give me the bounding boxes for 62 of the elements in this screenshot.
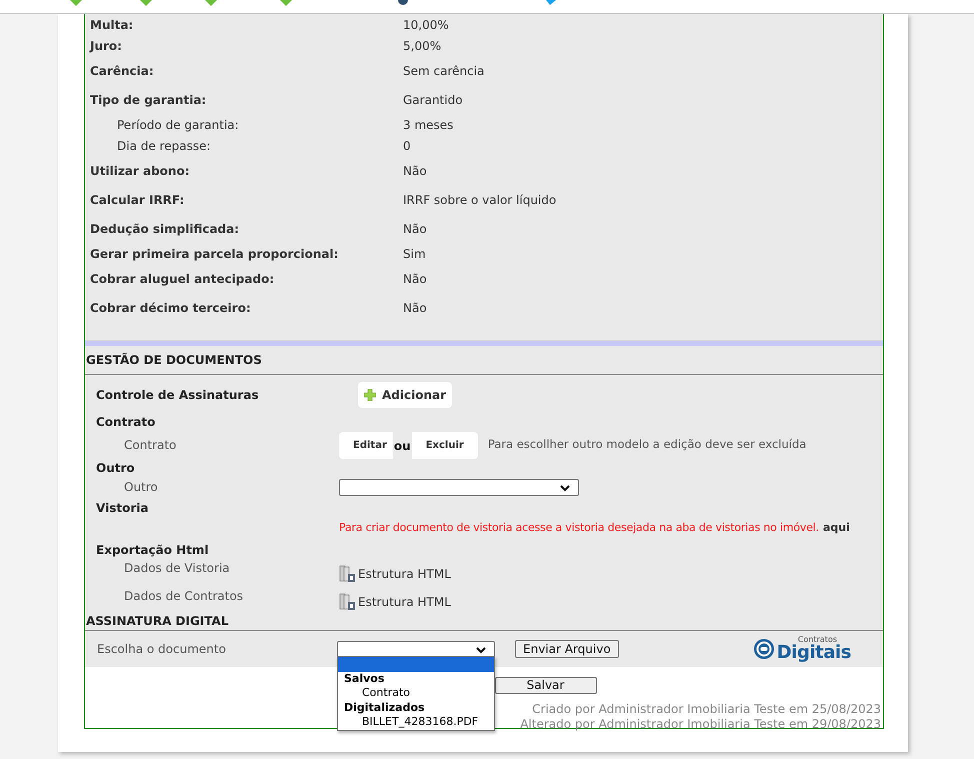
field-value: Não bbox=[403, 300, 427, 316]
edit-button[interactable]: Editar bbox=[339, 432, 393, 458]
field-value: Sem carência bbox=[403, 62, 484, 80]
document-select[interactable] bbox=[337, 640, 495, 658]
field-label: Utilizar abono: bbox=[90, 162, 191, 180]
field-label: Cobrar décimo terceiro: bbox=[90, 300, 252, 316]
field-label: Tipo de garantia: bbox=[90, 92, 208, 108]
dropdown-option[interactable]: Contrato bbox=[338, 686, 494, 700]
warning-text: Para criar documento de vistoria acesse a vistoria desejada na aba de vistorias no imóvel. bbox=[339, 520, 819, 536]
field-value: Não bbox=[403, 220, 427, 238]
section-title: GESTÃO DE DOCUMENTOS bbox=[85, 352, 262, 369]
field-value: IRRF sobre o valor líquido bbox=[403, 192, 556, 208]
delete-button[interactable]: Excluir bbox=[412, 432, 478, 458]
field-label: Dedução simplificada: bbox=[90, 220, 240, 238]
field-label: Cobrar aluguel antecipado: bbox=[90, 270, 276, 288]
field-value: Não bbox=[403, 162, 427, 180]
field-label: Outro bbox=[123, 479, 159, 496]
html-structure-link[interactable]: Estrutura HTML bbox=[339, 555, 451, 583]
section-label: Controle de Assinaturas bbox=[95, 387, 260, 404]
field-value: 3 meses bbox=[403, 116, 454, 134]
hint-text: Para escollher outro modelo a edição deve ser excluída bbox=[488, 436, 806, 454]
field-label: Multa: bbox=[90, 16, 134, 34]
chevron-down-icon bbox=[560, 484, 570, 492]
html-structure-link[interactable]: Estrutura HTML bbox=[339, 583, 451, 611]
field-value: 10,00% bbox=[403, 16, 449, 34]
upload-button[interactable]: Enviar Arquivo bbox=[515, 640, 619, 658]
option-group-label: Salvos bbox=[343, 672, 386, 686]
dropdown-option[interactable]: BILLET_4283168.PDF bbox=[338, 715, 494, 730]
chevron-down-icon bbox=[476, 646, 486, 654]
logo-icon bbox=[752, 638, 775, 660]
field-label: Gerar primeira parcela proporcional: bbox=[90, 246, 340, 262]
field-value: Não bbox=[403, 270, 427, 288]
add-button[interactable]: Adicionar bbox=[358, 382, 452, 408]
audit-text: Criado por Administrador Imobiliaria Teste em 25/08/2023 bbox=[532, 702, 881, 717]
logo-caption: Contratos bbox=[798, 636, 837, 644]
field-value: Sim bbox=[403, 246, 426, 262]
logo-title: Digitais bbox=[776, 644, 851, 662]
field-label: Contrato bbox=[123, 437, 178, 454]
field-label: Período de garantia: bbox=[117, 116, 240, 134]
plus-icon bbox=[364, 389, 376, 401]
section-title: ASSINATURA DIGITAL bbox=[85, 612, 228, 630]
option-group-label: Digitalizados bbox=[343, 700, 426, 715]
field-label: Dia de repasse: bbox=[117, 138, 212, 154]
group-heading: Vistoria bbox=[95, 500, 150, 517]
field-label: Dados de Vistoria bbox=[123, 560, 231, 577]
field-label: Dados de Contratos bbox=[123, 588, 244, 605]
group-heading: Contrato bbox=[95, 414, 156, 431]
here-link[interactable]: aqui bbox=[822, 520, 850, 536]
document-icon bbox=[339, 593, 356, 611]
field-label: Escolha o documento bbox=[96, 641, 227, 658]
field-value: 0 bbox=[403, 138, 411, 154]
field-label: Calcular IRRF: bbox=[90, 192, 186, 208]
save-button[interactable]: Salvar bbox=[494, 677, 596, 694]
group-heading: Exportação Html bbox=[95, 542, 210, 555]
field-value: Garantido bbox=[403, 92, 463, 108]
field-label: Juro: bbox=[90, 38, 123, 54]
select-field[interactable] bbox=[339, 478, 579, 496]
document-icon bbox=[339, 565, 356, 583]
field-value: 5,00% bbox=[403, 38, 442, 54]
field-label: Carência: bbox=[90, 62, 155, 80]
audit-text: Alterado por Administrador Imobiliaria Teste em 29/08/2023 bbox=[520, 717, 881, 732]
group-heading: Outro bbox=[95, 460, 136, 475]
